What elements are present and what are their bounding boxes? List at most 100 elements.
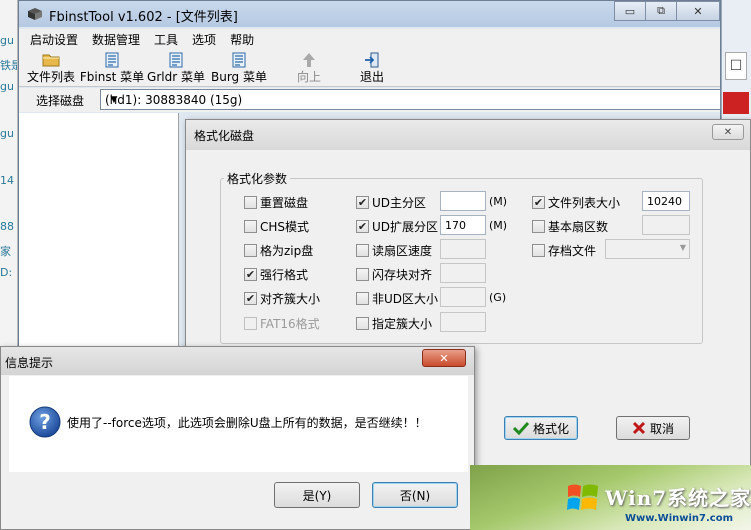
flash-align-checkbox[interactable]: 闪存块对齐	[356, 266, 432, 283]
no-button[interactable]: 否(N)	[372, 482, 458, 508]
cluster-size-checkbox[interactable]: 指定簇大小	[356, 315, 432, 332]
checkbox-box[interactable]	[356, 292, 369, 305]
svg-text:?: ?	[39, 410, 51, 434]
app-icon	[28, 8, 42, 20]
format-params-group-title: 格式化参数	[224, 170, 291, 187]
folder-icon	[42, 51, 60, 68]
burg-menu-button[interactable]: Burg 菜单	[210, 51, 268, 85]
toolbar-label: 退出	[359, 70, 384, 84]
checkbox-label: 存档文件	[548, 244, 597, 258]
format-dialog-title-bar[interactable]: 格式化磁盘 ✕	[186, 120, 750, 150]
check-icon	[512, 421, 529, 435]
format-dialog-close-button[interactable]: ✕	[712, 124, 744, 140]
checkbox-label: 文件列表大小	[548, 196, 621, 210]
toolbar-label: Fbinst 菜单	[79, 70, 145, 84]
archive-file-checkbox[interactable]: 存档文件	[532, 242, 596, 259]
window-controls: ▭ ⧉ ✕	[614, 1, 720, 21]
checkbox-box[interactable]	[532, 244, 545, 257]
menu-doc-icon	[232, 51, 246, 68]
windows-logo-icon	[567, 484, 598, 510]
up-button[interactable]: 向上	[289, 51, 329, 85]
checkbox-box[interactable]	[356, 317, 369, 330]
bg-text: D:	[0, 266, 13, 279]
base-sectors-checkbox[interactable]: 基本扇区数	[532, 218, 608, 235]
disk-select-label: 选择磁盘	[36, 94, 85, 108]
dropdown-arrow-icon[interactable]: ▼	[105, 90, 123, 109]
menu-boot-settings[interactable]: 启动设置	[23, 31, 85, 48]
disk-select-value: (hd1): 30883840 (15g)	[105, 93, 243, 107]
menu-help[interactable]: 帮助	[223, 31, 261, 48]
checkbox-box[interactable]	[356, 244, 369, 257]
checkbox-label: 对齐簇大小	[260, 292, 321, 306]
format-button[interactable]: 格式化	[504, 416, 578, 440]
checkbox-box[interactable]	[244, 196, 257, 209]
align-cluster-checkbox[interactable]: ✔ 对齐簇大小	[244, 290, 320, 307]
ud-primary-size-input[interactable]	[440, 191, 486, 211]
menu-data-management[interactable]: 数据管理	[85, 31, 147, 48]
force-format-checkbox[interactable]: ✔ 强行格式	[244, 266, 308, 283]
up-arrow-icon	[301, 51, 317, 68]
checkbox-box[interactable]	[356, 268, 369, 281]
exit-icon	[364, 51, 380, 68]
title-bar[interactable]: FbinstTool v1.602 - [文件列表] ▭ ⧉ ✕	[19, 1, 720, 27]
archive-file-combo[interactable]: ▼	[605, 239, 690, 259]
reset-disk-checkbox[interactable]: 重置磁盘	[244, 194, 308, 211]
maximize-button[interactable]: ⧉	[645, 1, 677, 21]
checkbox-box[interactable]	[244, 244, 257, 257]
checkbox-box[interactable]: ✔	[356, 196, 369, 209]
checkbox-box[interactable]	[244, 220, 257, 233]
cancel-button[interactable]: 取消	[616, 416, 690, 440]
watermark-title: Win7系统之家	[605, 486, 751, 510]
non-ud-size-input[interactable]	[440, 287, 486, 307]
info-dialog-title: 信息提示	[5, 356, 54, 370]
read-speed-input[interactable]	[440, 239, 486, 259]
menu-bar: 启动设置 数据管理 工具 选项 帮助	[19, 29, 720, 49]
non-ud-size-checkbox[interactable]: 非UD区大小	[356, 290, 438, 307]
ud-primary-checkbox[interactable]: ✔ UD主分区	[356, 194, 426, 211]
checkbox-box[interactable]: ✔	[356, 220, 369, 233]
menu-options[interactable]: 选项	[185, 31, 223, 48]
cancel-button-label: 取消	[649, 421, 674, 436]
zip-disk-checkbox[interactable]: 格为zip盘	[244, 242, 313, 259]
toolbar-label: Burg 菜单	[211, 70, 267, 84]
question-icon: ?	[29, 406, 61, 438]
menu-tools[interactable]: 工具	[147, 31, 185, 48]
grldr-menu-button[interactable]: Grldr 菜单	[147, 51, 205, 85]
checkbox-box[interactable]	[244, 317, 257, 330]
exit-button[interactable]: 退出	[352, 51, 392, 85]
checkbox-label: FAT16格式	[260, 317, 320, 331]
checkbox-label: UD扩展分区	[372, 220, 439, 234]
info-dialog-body: ? 使用了--force选项，此选项会删除U盘上所有的数据，是否继续！！	[9, 376, 468, 472]
format-button-label: 格式化	[532, 421, 569, 436]
bg-window-button[interactable]: ☐	[725, 52, 747, 80]
cluster-size-input[interactable]	[440, 312, 486, 332]
base-sectors-input[interactable]	[642, 215, 690, 235]
unit-label: (M)	[489, 195, 508, 208]
read-speed-checkbox[interactable]: 读扇区速度	[356, 242, 432, 259]
disk-select-combo[interactable]: (hd1): 30883840 (15g) ▼	[100, 89, 721, 110]
checkbox-box[interactable]: ✔	[532, 196, 545, 209]
flash-align-input[interactable]	[440, 263, 486, 283]
close-button[interactable]: ✕	[676, 1, 720, 21]
unit-label: (M)	[489, 219, 508, 232]
checkbox-box[interactable]: ✔	[244, 292, 257, 305]
fat16-format-checkbox[interactable]: FAT16格式	[244, 315, 320, 332]
ud-extended-checkbox[interactable]: ✔ UD扩展分区	[356, 218, 438, 235]
minimize-button[interactable]: ▭	[614, 1, 646, 21]
yes-button[interactable]: 是(Y)	[274, 482, 360, 508]
chs-mode-checkbox[interactable]: CHS模式	[244, 218, 309, 235]
checkbox-box[interactable]	[532, 220, 545, 233]
toolbar: 文件列表 Fbinst 菜单 Grldr 菜单 Burg 菜单 向上 退出	[19, 49, 720, 87]
info-dialog-close-button[interactable]: ✕	[422, 349, 466, 367]
watermark: Win7系统之家 Www.Winwin7.com	[565, 480, 751, 530]
ud-extended-size-input[interactable]: 170	[440, 215, 486, 235]
info-dialog-title-bar[interactable]: 信息提示 ✕	[1, 347, 474, 375]
toolbar-label: 文件列表	[26, 70, 75, 84]
checkbox-box[interactable]: ✔	[244, 268, 257, 281]
file-list-size-checkbox[interactable]: ✔ 文件列表大小	[532, 194, 620, 211]
bg-text: 14	[0, 174, 14, 187]
checkbox-label: 格为zip盘	[260, 244, 314, 258]
fbinst-menu-button[interactable]: Fbinst 菜单	[79, 51, 145, 85]
file-list-size-input[interactable]: 10240	[642, 191, 690, 211]
file-list-button[interactable]: 文件列表	[25, 51, 77, 85]
